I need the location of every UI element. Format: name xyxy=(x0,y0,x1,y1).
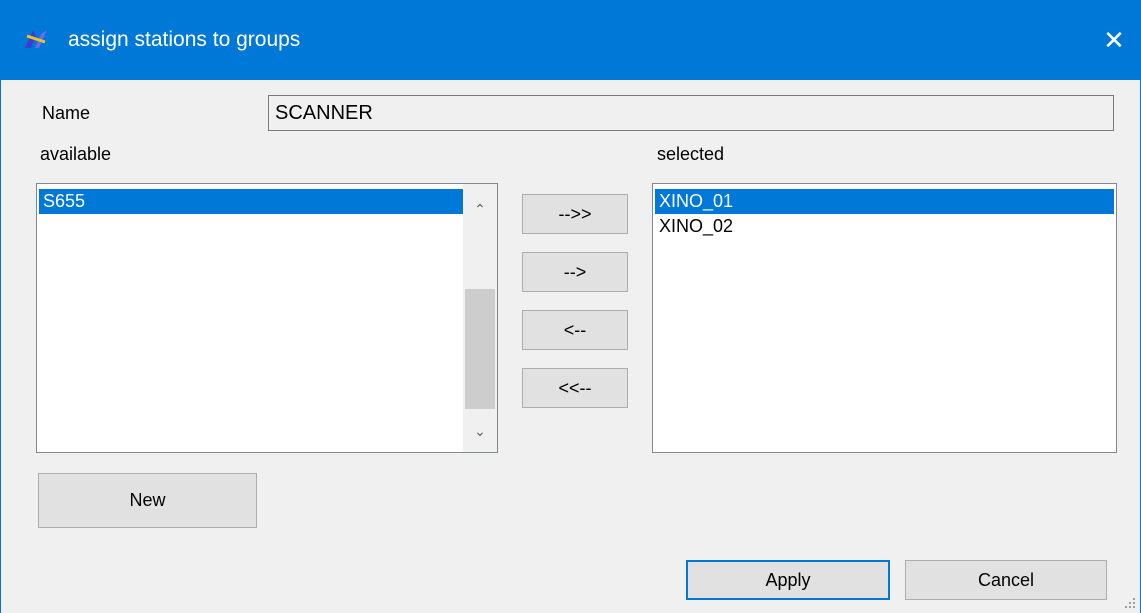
add-all-button[interactable]: -->> xyxy=(522,194,628,234)
available-listbox[interactable]: S655 ⌃ ⌄ xyxy=(36,183,498,453)
available-scrollbar[interactable]: ⌃ ⌄ xyxy=(463,184,497,452)
title-bar[interactable]: assign stations to groups ✕ xyxy=(1,0,1141,80)
name-field[interactable]: SCANNER xyxy=(268,95,1114,131)
dialog-window: assign stations to groups ✕ Name SCANNER… xyxy=(0,0,1141,613)
add-button[interactable]: --> xyxy=(522,252,628,292)
available-label: available xyxy=(40,144,112,164)
list-item[interactable]: S655 xyxy=(39,189,464,214)
scroll-down-icon[interactable]: ⌄ xyxy=(463,414,497,448)
window-title: assign stations to groups xyxy=(68,28,301,51)
selected-label: selected xyxy=(657,144,725,164)
name-label: Name xyxy=(42,103,91,123)
new-button[interactable]: New xyxy=(38,473,257,528)
remove-all-button[interactable]: <<-- xyxy=(522,368,628,408)
scroll-thumb[interactable] xyxy=(465,289,495,409)
app-icon xyxy=(25,30,47,48)
resize-grip-icon[interactable] xyxy=(1124,597,1136,609)
list-item[interactable]: XINO_01 xyxy=(655,189,1114,214)
close-icon[interactable]: ✕ xyxy=(1086,0,1141,80)
list-item[interactable]: XINO_02 xyxy=(655,214,1114,239)
scroll-up-icon[interactable]: ⌃ xyxy=(463,192,497,226)
selected-listbox[interactable]: XINO_01 XINO_02 xyxy=(652,183,1117,453)
apply-button[interactable]: Apply xyxy=(686,560,890,600)
remove-button[interactable]: <-- xyxy=(522,310,628,350)
cancel-button[interactable]: Cancel xyxy=(905,560,1107,600)
